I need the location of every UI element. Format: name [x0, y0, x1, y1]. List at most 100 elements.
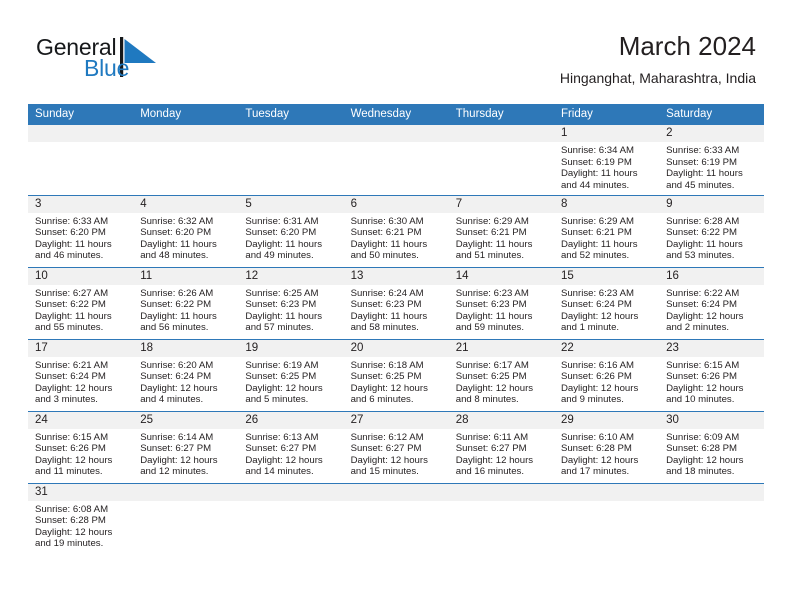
calendar-day-cell[interactable]: 11 Sunrise: 6:26 AM Sunset: 6:22 PM Dayligh…	[133, 266, 239, 340]
day-cell-empty	[343, 125, 449, 195]
daylight-text-line2: and 1 minute.	[560, 322, 620, 334]
calendar-day-cell[interactable]: 21 Sunrise: 6:17 AM Sunset: 6:25 PM Dayligh…	[448, 338, 554, 412]
daylight-text-line2: and 5 minutes.	[245, 394, 309, 406]
calendar-day-cell[interactable]: 28 Sunrise: 6:11 AM Sunset: 6:27 PM Dayligh…	[448, 410, 554, 484]
page-subtitle: Hinganghat, Maharashtra, India	[559, 70, 756, 86]
sunrise-text: Sunrise: 6:34 AM	[560, 145, 634, 156]
sunset-text: Sunset: 6:28 PM	[560, 443, 632, 455]
calendar-day-cell[interactable]: 19 Sunrise: 6:19 AM Sunset: 6:25 PM Dayligh…	[238, 338, 344, 412]
sunrise-text: Sunrise: 6:24 AM	[350, 287, 424, 299]
calendar-day-cell[interactable]: 2 Sunrise: 6:33 AM Sunset: 6:19 PM Daylight…	[659, 125, 765, 196]
calendar-day-cell[interactable]: 23 Sunrise: 6:15 AM Sunset: 6:26 PM Dayligh…	[659, 338, 765, 412]
calendar-day-cell[interactable]: 27 Sunrise: 6:12 AM Sunset: 6:27 PM Dayligh…	[343, 410, 449, 484]
sunset-text: Sunset: 6:26 PM	[666, 371, 738, 383]
day-cell-empty	[553, 483, 660, 556]
day-details: Sunrise: 6:11 AM Sunset: 6:27 PM Daylight:…	[449, 429, 554, 478]
day-cell-empty	[659, 483, 765, 556]
sunset-text: Sunset: 6:24 PM	[35, 371, 106, 383]
daylight-text-line1: Daylight: 12 hours	[140, 382, 218, 394]
sunrise-text: Sunrise: 6:33 AM	[35, 215, 109, 227]
calendar-day-cell[interactable]: 5 Sunrise: 6:31 AM Sunset: 6:20 PM Daylight…	[238, 194, 344, 268]
day-number: 16	[659, 267, 765, 285]
day-details: Sunrise: 6:14 AM Sunset: 6:27 PM Daylight:…	[133, 429, 238, 478]
sunset-text: Sunset: 6:26 PM	[35, 443, 106, 455]
sunset-text: Sunset: 6:28 PM	[666, 443, 738, 455]
day-number: 5	[238, 195, 344, 213]
day-cell-content: 15 Sunrise: 6:23 AM Sunset: 6:24 PM Dayligh…	[553, 267, 660, 339]
sunrise-text: Sunrise: 6:31 AM	[245, 215, 319, 227]
daylight-text-line2: and 8 minutes.	[455, 394, 519, 406]
day-number: 31	[28, 483, 134, 501]
calendar-day-cell[interactable]: 4 Sunrise: 6:32 AM Sunset: 6:20 PM Daylight…	[133, 194, 239, 268]
day-cell-empty	[448, 125, 554, 195]
calendar-day-cell[interactable]: 29 Sunrise: 6:10 AM Sunset: 6:28 PM Dayligh…	[553, 410, 660, 484]
calendar-day-cell[interactable]: 6 Sunrise: 6:30 AM Sunset: 6:21 PM Daylight…	[343, 194, 449, 268]
daylight-text-line2: and 56 minutes.	[140, 322, 209, 334]
calendar-day-cell[interactable]: 14 Sunrise: 6:23 AM Sunset: 6:23 PM Dayligh…	[448, 266, 554, 340]
calendar-day-cell[interactable]: 26 Sunrise: 6:13 AM Sunset: 6:27 PM Dayligh…	[238, 410, 344, 484]
day-details: Sunrise: 6:34 AM Sunset: 6:19 PM Daylight:…	[554, 142, 659, 191]
sunset-text: Sunset: 6:27 PM	[350, 443, 422, 455]
sunset-text: Sunset: 6:25 PM	[455, 371, 527, 383]
calendar-day-cell[interactable]: 9 Sunrise: 6:28 AM Sunset: 6:22 PM Daylight…	[659, 194, 765, 268]
sunrise-text: Sunrise: 6:11 AM	[455, 431, 529, 443]
day-number: 8	[553, 195, 660, 213]
day-cell-content: 24 Sunrise: 6:15 AM Sunset: 6:26 PM Dayligh…	[28, 411, 134, 483]
daylight-text-line2: and 9 minutes.	[560, 394, 624, 406]
day-number: 21	[448, 339, 554, 357]
day-details: Sunrise: 6:19 AM Sunset: 6:25 PM Daylight:…	[238, 357, 343, 406]
calendar-week-row: 31 Sunrise: 6:08 AM Sunset: 6:28 PM Dayligh…	[28, 482, 765, 556]
daylight-text-line2: and 55 minutes.	[35, 322, 104, 334]
calendar-week-row: 1 Sunrise: 6:34 AM Sunset: 6:19 PM Daylight…	[28, 125, 765, 196]
calendar-day-cell[interactable]: 25 Sunrise: 6:14 AM Sunset: 6:27 PM Dayligh…	[133, 410, 239, 484]
day-cell-content: 27 Sunrise: 6:12 AM Sunset: 6:27 PM Dayligh…	[343, 411, 449, 483]
daylight-text-line2: and 18 minutes.	[666, 466, 735, 478]
day-number: 28	[448, 411, 554, 429]
calendar-day-cell[interactable]: 15 Sunrise: 6:23 AM Sunset: 6:24 PM Dayligh…	[553, 266, 660, 340]
daylight-text-line1: Daylight: 11 hours	[455, 238, 533, 250]
daylight-text-line1: Daylight: 11 hours	[666, 168, 743, 180]
sunset-text: Sunset: 6:23 PM	[245, 299, 317, 311]
sunrise-text: Sunrise: 6:17 AM	[455, 359, 529, 371]
empty-day-band	[659, 483, 765, 501]
calendar-day-cell[interactable]: 20 Sunrise: 6:18 AM Sunset: 6:25 PM Dayligh…	[343, 338, 449, 412]
calendar-day-cell[interactable]: 12 Sunrise: 6:25 AM Sunset: 6:23 PM Dayligh…	[238, 266, 344, 340]
day-details: Sunrise: 6:26 AM Sunset: 6:22 PM Daylight:…	[133, 285, 238, 334]
empty-day-band	[343, 125, 449, 142]
calendar-day-cell[interactable]: 24 Sunrise: 6:15 AM Sunset: 6:26 PM Dayligh…	[28, 410, 134, 484]
weekday-header-sunday: Sunday	[28, 104, 134, 125]
day-cell-content: 2 Sunrise: 6:33 AM Sunset: 6:19 PM Daylight…	[659, 125, 765, 195]
calendar-day-cell[interactable]: 17 Sunrise: 6:21 AM Sunset: 6:24 PM Dayligh…	[28, 338, 134, 412]
day-number: 14	[448, 267, 554, 285]
day-number: 6	[343, 195, 449, 213]
calendar-day-cell[interactable]: 10 Sunrise: 6:27 AM Sunset: 6:22 PM Dayligh…	[28, 266, 134, 340]
day-cell-content: 7 Sunrise: 6:29 AM Sunset: 6:21 PM Daylight…	[448, 195, 554, 267]
calendar-day-cell[interactable]: 30 Sunrise: 6:09 AM Sunset: 6:28 PM Dayligh…	[659, 410, 765, 484]
day-cell-content: 12 Sunrise: 6:25 AM Sunset: 6:23 PM Dayligh…	[238, 267, 344, 339]
day-cell-empty	[238, 125, 344, 195]
calendar-day-cell	[133, 482, 239, 555]
day-details: Sunrise: 6:30 AM Sunset: 6:21 PM Daylight:…	[344, 213, 449, 262]
general-blue-logo[interactable]: General Blue	[36, 36, 216, 88]
daylight-text-line1: Daylight: 12 hours	[666, 454, 744, 466]
calendar-day-cell[interactable]: 8 Sunrise: 6:29 AM Sunset: 6:21 PM Daylight…	[553, 194, 660, 268]
day-cell-empty	[133, 125, 239, 195]
calendar-day-cell[interactable]: 1 Sunrise: 6:34 AM Sunset: 6:19 PM Daylight…	[553, 125, 660, 196]
day-details: Sunrise: 6:27 AM Sunset: 6:22 PM Daylight:…	[28, 285, 133, 334]
calendar-day-cell	[553, 482, 660, 556]
calendar-day-cell[interactable]: 22 Sunrise: 6:16 AM Sunset: 6:26 PM Dayligh…	[553, 338, 660, 412]
daylight-text-line1: Daylight: 11 hours	[245, 310, 322, 322]
daylight-text-line2: and 15 minutes.	[350, 466, 419, 478]
calendar-day-cell[interactable]: 18 Sunrise: 6:20 AM Sunset: 6:24 PM Dayligh…	[133, 338, 239, 412]
calendar-day-cell[interactable]: 7 Sunrise: 6:29 AM Sunset: 6:21 PM Daylight…	[448, 194, 554, 268]
day-cell-content: 3 Sunrise: 6:33 AM Sunset: 6:20 PM Daylight…	[28, 195, 134, 267]
calendar-day-cell	[238, 482, 344, 555]
calendar-day-cell[interactable]: 13 Sunrise: 6:24 AM Sunset: 6:23 PM Dayligh…	[343, 266, 449, 340]
calendar-day-cell[interactable]: 31 Sunrise: 6:08 AM Sunset: 6:28 PM Dayligh…	[28, 482, 134, 555]
daylight-text-line2: and 10 minutes.	[666, 394, 735, 406]
day-cell-content: 11 Sunrise: 6:26 AM Sunset: 6:22 PM Dayligh…	[133, 267, 239, 339]
calendar-day-cell[interactable]: 3 Sunrise: 6:33 AM Sunset: 6:20 PM Daylight…	[28, 194, 134, 268]
daylight-text-line2: and 51 minutes.	[455, 250, 525, 262]
calendar-day-cell[interactable]: 16 Sunrise: 6:22 AM Sunset: 6:24 PM Dayligh…	[659, 266, 765, 340]
day-cell-content: 23 Sunrise: 6:15 AM Sunset: 6:26 PM Dayligh…	[659, 339, 765, 411]
